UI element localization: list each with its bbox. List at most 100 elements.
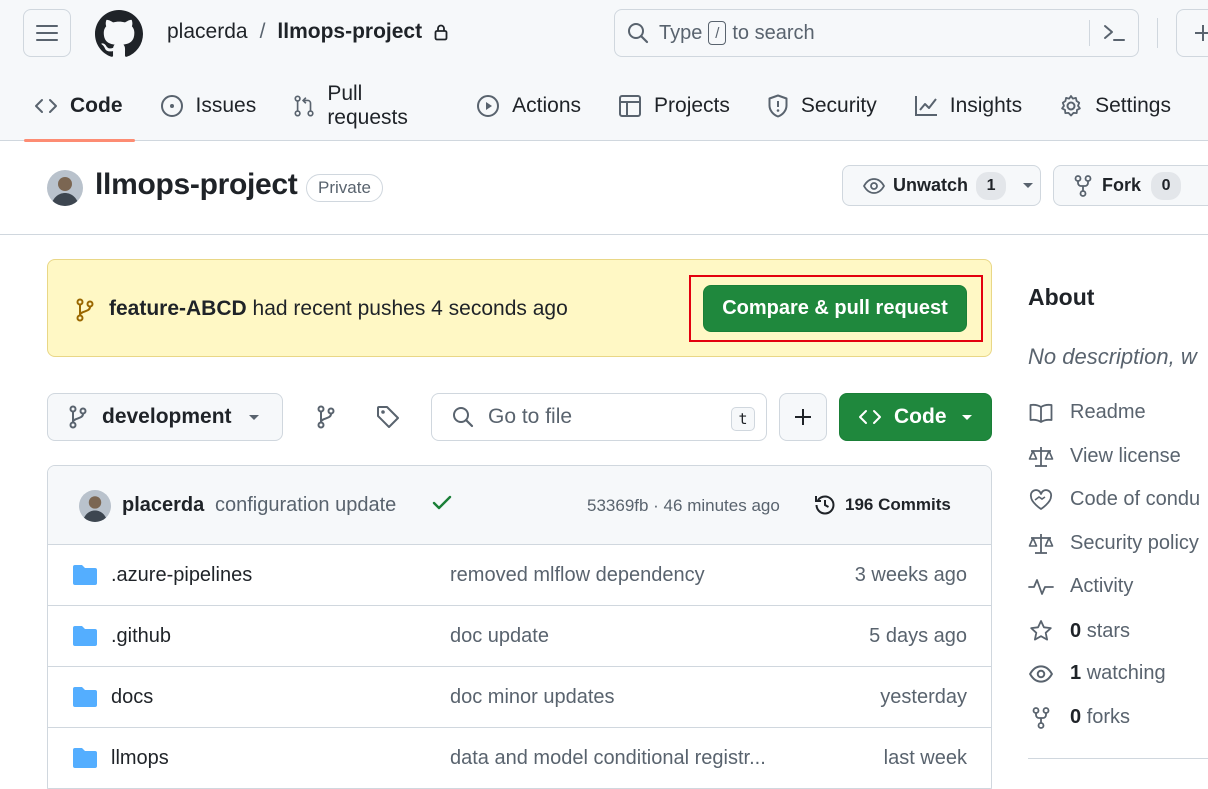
repo-title[interactable]: llmops-project [95,168,298,202]
tag-icon [377,406,399,428]
visibility-badge: Private [306,174,383,202]
branches-icon [317,405,335,429]
watching-label: watching [1086,662,1166,684]
file-row: .github doc update 5 days ago [48,606,991,667]
tab-label: Pull requests [327,82,408,129]
fork-icon [1032,706,1050,729]
folder-icon [73,626,97,646]
branch-name: development [102,405,232,428]
tab-label: Issues [195,94,257,117]
stars-count: 0 [1070,619,1082,642]
file-commit-message[interactable]: doc update [450,625,549,648]
check-icon[interactable] [432,495,452,511]
file-commit-message[interactable]: removed mlflow dependency [450,564,705,587]
forks-label: forks [1086,706,1131,728]
issue-icon [160,95,183,117]
branches-button[interactable] [309,400,343,434]
license-link[interactable]: View license [1028,445,1181,468]
file-name[interactable]: docs [111,686,153,709]
readme-link[interactable]: Readme [1028,401,1146,424]
global-search-input[interactable]: Type / to search [614,9,1139,57]
github-logo-icon[interactable] [95,10,143,58]
search-icon [453,407,474,428]
file-name[interactable]: .github [111,625,171,648]
security-policy-link[interactable]: Security policy [1028,532,1199,555]
commit-message[interactable]: configuration update [215,494,396,517]
owner-avatar[interactable] [47,170,83,206]
owner-link[interactable]: placerda [167,20,248,44]
add-file-button[interactable] [779,393,827,441]
fork-icon [1074,174,1092,197]
stars-link[interactable]: 0 stars [1028,619,1130,643]
push-time-text: had recent pushes 4 seconds ago [252,297,568,320]
commit-author-avatar[interactable] [79,490,111,522]
tab-settings[interactable]: Settings [1059,84,1171,128]
forks-link[interactable]: 0 forks [1028,706,1130,729]
tab-pull-requests[interactable]: Pull requests [293,82,439,129]
go-to-file-placeholder: Go to file [488,405,573,428]
tab-label: Projects [654,94,730,117]
search-icon [628,23,649,44]
graph-icon [914,96,937,116]
plus-icon [1195,25,1208,41]
search-divider [1089,20,1090,46]
plus-icon [795,409,811,425]
branch-selector[interactable]: development [47,393,283,441]
file-row: docs doc minor updates yesterday [48,667,991,728]
security-policy-label: Security policy [1070,532,1199,554]
tab-projects[interactable]: Projects [618,84,730,128]
commits-link[interactable]: 196 Commits [813,493,951,517]
forks-count: 0 [1070,706,1082,728]
branch-icon [69,405,87,429]
menu-button[interactable] [23,9,71,57]
search-suffix: to search [732,21,815,44]
code-of-conduct-link[interactable]: Code of condu [1028,488,1200,511]
tab-issues[interactable]: Issues [160,84,257,128]
folder-icon [73,565,97,585]
history-icon [815,495,835,515]
heart-handshake-icon [1029,488,1053,510]
stars-label: stars [1086,619,1131,642]
watching-link[interactable]: 1 watching [1028,662,1166,685]
create-new-button[interactable] [1176,9,1208,57]
tab-label: Settings [1095,94,1171,117]
push-message: feature-ABCD had recent pushes 4 seconds… [109,297,568,321]
activity-link[interactable]: Activity [1028,575,1133,598]
commit-hash-time[interactable]: 53369fb · 46 minutes ago [587,496,780,516]
hamburger-icon [36,25,58,41]
go-to-file-input[interactable]: Go to file t [431,393,767,441]
file-row: llmops data and model conditional regist… [48,728,991,789]
tab-security[interactable]: Security [767,84,877,128]
code-icon [35,99,57,113]
chevron-down-icon [249,415,259,420]
folder-icon [73,687,97,707]
code-of-conduct-label: Code of condu [1070,488,1201,510]
tab-label: Actions [512,94,582,117]
about-heading: About [1028,284,1095,310]
commit-author[interactable]: placerda [122,494,204,517]
law-icon [1028,533,1054,554]
file-name[interactable]: llmops [111,747,169,770]
tab-code[interactable]: Code [24,84,134,142]
compare-pull-request-button[interactable]: Compare & pull request [703,285,967,332]
command-palette-icon[interactable] [1102,22,1126,44]
tab-label: Security [800,94,877,117]
code-dropdown-button[interactable]: Code [839,393,992,441]
tab-actions[interactable]: Actions [476,84,581,128]
tags-button[interactable] [371,400,405,434]
file-commit-message[interactable]: data and model conditional registr... [450,747,766,770]
unwatch-button[interactable]: Unwatch 1 [842,165,1041,206]
eye-icon [863,177,885,194]
search-shortcut-key: / [708,21,727,45]
file-commit-message[interactable]: doc minor updates [450,686,615,709]
tab-insights[interactable]: Insights [914,84,1022,128]
breadcrumb: placerda / llmops-project [167,20,448,44]
fork-button[interactable]: Fork 0 [1053,165,1208,206]
commits-count: 196 Commits [845,495,951,514]
file-name[interactable]: .azure-pipelines [111,564,252,587]
repo-link[interactable]: llmops-project [277,20,422,44]
pushed-branch-name[interactable]: feature-ABCD [109,297,247,320]
global-header: placerda / llmops-project Type / to sear… [0,0,1208,142]
tab-label: Code [70,94,123,117]
readme-label: Readme [1070,401,1146,423]
